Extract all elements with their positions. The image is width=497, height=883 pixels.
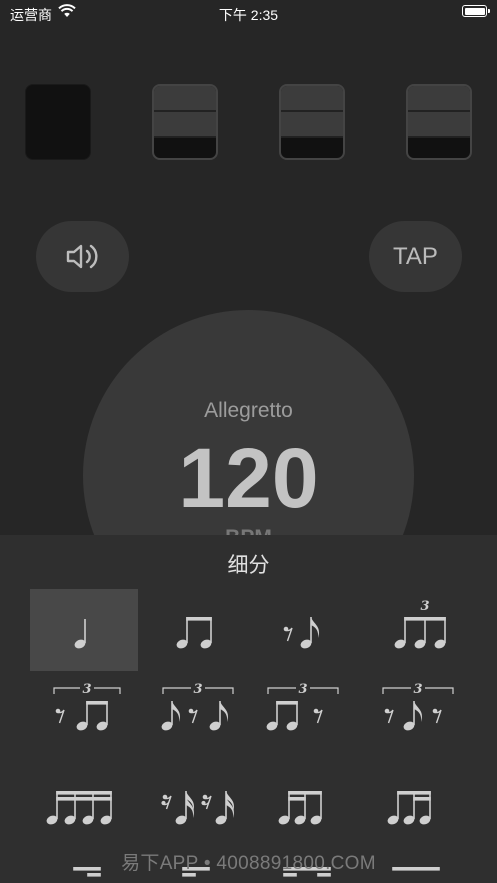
subdivision-option-triplet-rest-eighth-rest[interactable]: 3 <box>357 671 465 753</box>
quarter-note-icon <box>74 619 86 649</box>
subdivision-option-two-eighths[interactable] <box>139 589 247 671</box>
subdivision-option-triplet-two-eighths-rest[interactable]: 3 <box>248 671 356 753</box>
svg-text:3: 3 <box>298 682 307 697</box>
tap-button[interactable]: TAP <box>369 221 462 292</box>
subdivision-option-four-sixteenths[interactable] <box>30 753 138 835</box>
beat-indicator-3[interactable] <box>279 84 345 160</box>
two-eighths-icon <box>176 617 212 649</box>
eighth-sixteenth-sixteenth-icon <box>387 791 431 825</box>
battery-icon <box>462 5 490 17</box>
svg-text:3: 3 <box>193 682 202 697</box>
watermark: 易下APP • 4008891800.COM <box>121 853 376 874</box>
subdivision-option-quarter-note[interactable] <box>30 589 138 671</box>
four-sixteenths-icon <box>46 791 112 825</box>
bpm-value: 120 <box>178 431 319 525</box>
triplet-rest-eighth-rest-icon: 3 <box>382 682 454 731</box>
tempo-name: Allegretto <box>204 399 293 422</box>
speaker-icon <box>66 244 98 269</box>
svg-text:3: 3 <box>420 599 429 614</box>
sixteenth-rests-pattern-icon <box>161 791 235 825</box>
sixteenth-sixteenth-eighth-icon <box>278 791 322 825</box>
subdivision-option-sixteenth-rests-pattern[interactable] <box>139 753 247 835</box>
subdivision-option-eighth-triplet[interactable]: 3 <box>357 589 465 671</box>
svg-text:3: 3 <box>413 682 422 697</box>
eighth-triplet-icon: 3 <box>394 599 446 649</box>
sound-button[interactable] <box>36 221 129 292</box>
status-bar: 运营商 下午 2:35 <box>0 0 497 26</box>
sheet-title: 细分 <box>227 554 270 577</box>
beat-indicator-1[interactable] <box>25 84 91 160</box>
svg-text:3: 3 <box>82 682 91 697</box>
beat-indicator-4[interactable] <box>406 84 472 160</box>
subdivision-option-triplet-eighth-rest-eighth[interactable]: 3 <box>139 671 247 753</box>
subdivision-option-eighth-sixteenth-sixteenth[interactable] <box>357 753 465 835</box>
subdivision-option-sixteenth-sixteenth-eighth[interactable] <box>248 753 356 835</box>
triplet-two-eighths-rest-icon: 3 <box>266 682 339 731</box>
subdivision-option-triplet-rest-two-eighths[interactable]: 3 <box>30 671 138 753</box>
subdivision-sheet: 细分 3 3 3 3 3 <box>0 535 497 883</box>
subdivision-option-eighth-rest-eighth[interactable] <box>248 589 356 671</box>
beat-indicator-2[interactable] <box>152 84 218 160</box>
triplet-eighth-rest-eighth-icon: 3 <box>161 682 234 731</box>
triplet-rest-two-eighths-icon: 3 <box>53 682 121 731</box>
clock: 下午 2:35 <box>218 7 279 23</box>
eighth-rest-eighth-icon <box>283 617 320 649</box>
